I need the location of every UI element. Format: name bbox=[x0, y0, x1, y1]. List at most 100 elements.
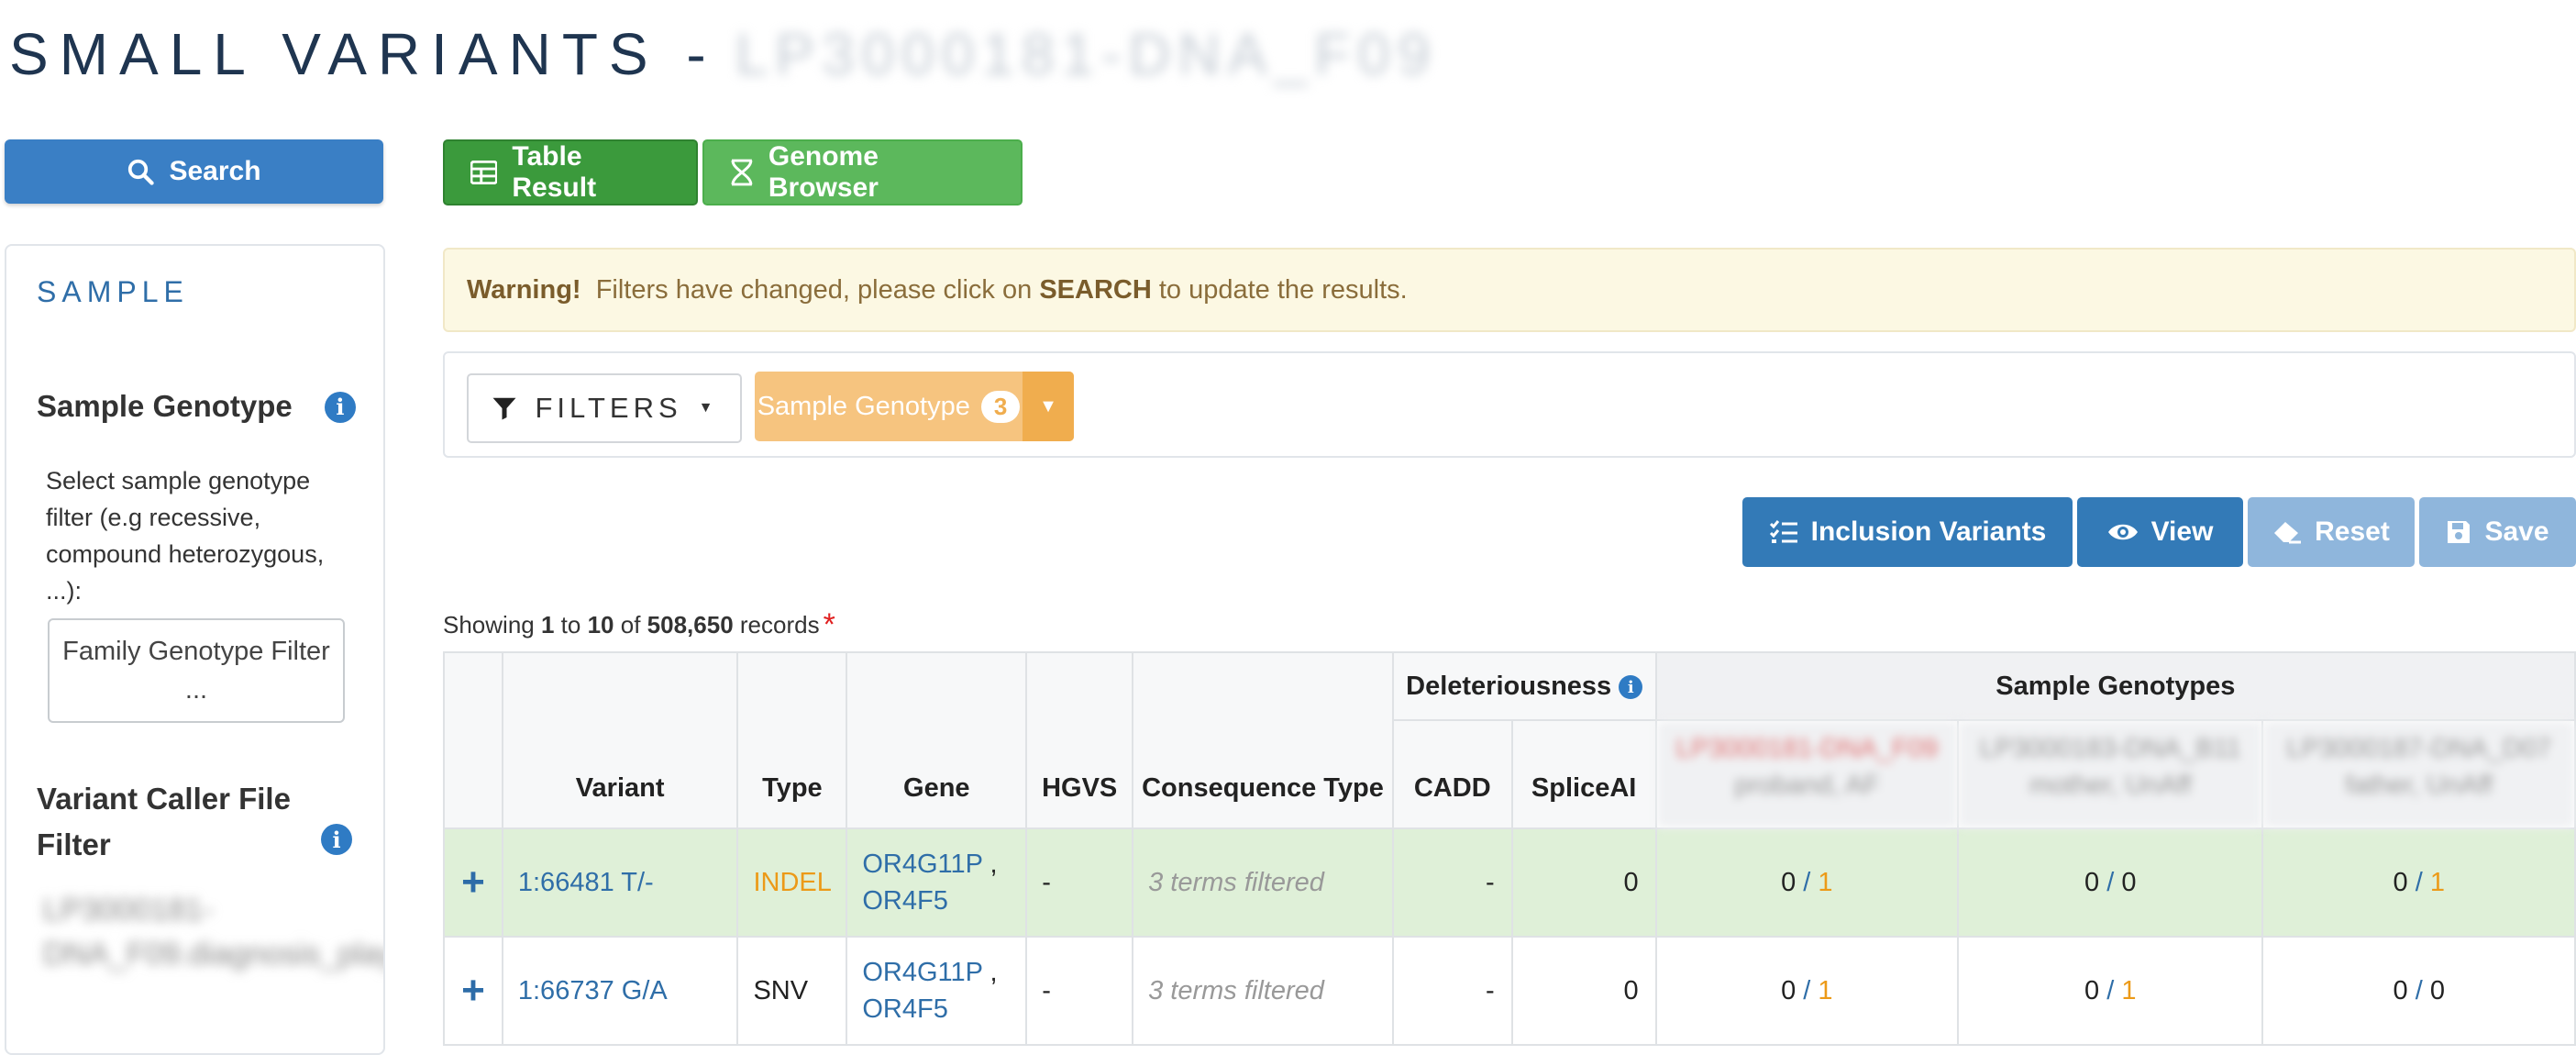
floppy-disk-icon bbox=[2448, 521, 2471, 543]
hgvs-cell: - bbox=[1025, 827, 1134, 938]
warning-alert: Warning! Filters have changed, please cl… bbox=[443, 248, 2576, 332]
genotype-separator: / bbox=[1803, 975, 1811, 1005]
view-button[interactable]: View bbox=[2077, 497, 2243, 567]
list-check-icon bbox=[1769, 520, 1797, 543]
search-label: Search bbox=[169, 156, 261, 186]
filters-dropdown[interactable]: FILTERS ▼ bbox=[467, 373, 742, 443]
spliceai-cell: 0 bbox=[1510, 936, 1657, 1046]
sample-3-role: father, UnAff bbox=[2345, 771, 2493, 800]
chevron-down-icon[interactable]: ▼ bbox=[1023, 372, 1074, 441]
column-header-spliceai[interactable]: SpliceAI bbox=[1510, 719, 1657, 829]
info-icon[interactable]: i bbox=[1619, 675, 1643, 699]
tab-table-result-label: Table Result bbox=[512, 141, 597, 203]
genotype-allele: 0 bbox=[1781, 975, 1797, 1005]
showing-from: 1 bbox=[540, 611, 555, 639]
table-row[interactable]: + 1:66737 G/A SNV OR4G11P , OR4F5 - 3 te… bbox=[443, 936, 2576, 1046]
variants-table: Variant Type Gene HGVS Consequence Type … bbox=[443, 651, 2576, 1046]
column-header-gene[interactable]: Gene bbox=[846, 651, 1028, 829]
consequence-cell: 3 terms filtered bbox=[1132, 827, 1394, 938]
sample-genotype-heading-text: Sample Genotype bbox=[37, 389, 293, 423]
column-header-sample-1[interactable]: LP3000181-DNA_F09 proband, AF bbox=[1654, 719, 1960, 829]
sample-genotype-chip-main[interactable]: Sample Genotype 3 bbox=[755, 372, 1023, 441]
genotype-allele: 0 bbox=[2084, 867, 2100, 897]
vcf-file-name[interactable]: LP3000181-DNA_F09.diagnosis_played.vcf.g… bbox=[43, 888, 383, 976]
sample-filter-panel: SAMPLE Sample Genotype i Select sample g… bbox=[5, 244, 385, 1055]
variant-link[interactable]: 1:66481 T/- bbox=[501, 827, 739, 938]
hgvs-cell: - bbox=[1025, 936, 1134, 1046]
genotype-separator: / bbox=[2106, 867, 2115, 897]
view-label: View bbox=[2150, 516, 2214, 547]
section-title: SAMPLE bbox=[37, 275, 189, 308]
inclusion-variants-button[interactable]: Inclusion Variants bbox=[1742, 497, 2073, 567]
genotype-cell: 0 / 0 bbox=[2261, 936, 2576, 1046]
save-button[interactable]: Save bbox=[2419, 497, 2576, 567]
eye-icon bbox=[2107, 524, 2138, 540]
genotype-cell: 0 / 1 bbox=[1957, 936, 2264, 1046]
genotype-allele: 0 bbox=[2393, 975, 2408, 1005]
column-header-consequence[interactable]: Consequence Type bbox=[1132, 651, 1394, 829]
column-group-sample-genotypes: Sample Genotypes bbox=[1654, 651, 2576, 721]
genotype-allele: 0 bbox=[2121, 867, 2137, 897]
chip-count-badge: 3 bbox=[980, 390, 1021, 423]
column-header-type[interactable]: Type bbox=[736, 651, 848, 829]
search-button[interactable]: Search bbox=[5, 139, 383, 204]
tab-table-result[interactable]: Table Result bbox=[443, 139, 698, 205]
reset-button[interactable]: Reset bbox=[2248, 497, 2415, 567]
genotype-allele: 1 bbox=[1818, 867, 1833, 897]
warning-text-after: to update the results. bbox=[1158, 274, 1408, 305]
showing-prefix: Showing bbox=[443, 611, 535, 639]
info-icon[interactable]: i bbox=[324, 391, 356, 423]
gene-link[interactable]: OR4G11P bbox=[862, 958, 982, 987]
chip-label: Sample Genotype bbox=[757, 391, 970, 421]
reset-label: Reset bbox=[2315, 516, 2390, 547]
genotype-allele: 0 bbox=[1781, 867, 1797, 897]
search-icon bbox=[128, 159, 155, 185]
showing-to: 10 bbox=[587, 611, 614, 639]
table-row[interactable]: + 1:66481 T/- INDEL OR4G11P , OR4F5 - 3 … bbox=[443, 827, 2576, 938]
tab-genome-browser-label: Genome Browser bbox=[768, 141, 879, 203]
column-header-sample-2[interactable]: LP3000183-DNA_B11 mother, UnAff bbox=[1957, 719, 2264, 829]
gene-link[interactable]: OR4F5 bbox=[862, 994, 947, 1024]
family-genotype-filter-button[interactable]: Family Genotype Filter ... bbox=[48, 618, 345, 723]
table-icon bbox=[470, 161, 498, 184]
column-header-cadd[interactable]: CADD bbox=[1391, 719, 1513, 829]
sample-1-id: LP3000181-DNA_F09 bbox=[1675, 734, 1938, 763]
page-title-text: SMALL VARIANTS - bbox=[9, 21, 717, 87]
genotype-allele: 0 bbox=[2429, 975, 2445, 1005]
dna-icon bbox=[731, 159, 753, 186]
warning-keyword: SEARCH bbox=[1039, 274, 1152, 305]
records-summary: Showing 1 to 10 of 508,650 records * bbox=[443, 607, 835, 643]
warning-prefix: Warning! bbox=[467, 274, 581, 305]
required-star: * bbox=[823, 607, 835, 642]
info-icon[interactable]: i bbox=[321, 824, 352, 855]
variant-link[interactable]: 1:66737 G/A bbox=[501, 936, 739, 1046]
chevron-down-icon: ▼ bbox=[698, 400, 718, 416]
page-title: SMALL VARIANTS - LP3000181-DNA_F09 bbox=[9, 13, 1437, 95]
sample-1-role: proband, AF bbox=[1734, 771, 1880, 800]
variant-type: INDEL bbox=[736, 827, 848, 938]
column-header-hgvs[interactable]: HGVS bbox=[1025, 651, 1134, 829]
deleteriousness-label: Deleteriousness bbox=[1406, 671, 1612, 701]
sample-3-id: LP3000187-DNA_D07 bbox=[2286, 734, 2552, 763]
tab-genome-browser[interactable]: Genome Browser bbox=[702, 139, 1023, 205]
genotype-allele: 1 bbox=[2121, 975, 2137, 1005]
column-header-sample-3[interactable]: LP3000187-DNA_D07 father, UnAff bbox=[2261, 719, 2576, 829]
gene-link[interactable]: OR4F5 bbox=[862, 886, 947, 916]
genotype-separator: / bbox=[2106, 975, 2115, 1005]
cadd-cell: - bbox=[1391, 936, 1513, 1046]
gene-cell: OR4G11P , OR4F5 bbox=[846, 827, 1028, 938]
column-header-variant[interactable]: Variant bbox=[501, 651, 739, 829]
expand-row-button[interactable]: + bbox=[443, 936, 503, 1046]
filters-label: FILTERS bbox=[535, 392, 682, 424]
genotype-allele: 1 bbox=[2429, 867, 2445, 897]
genotype-allele: 1 bbox=[1818, 975, 1833, 1005]
sample-id: LP3000181-DNA_F09 bbox=[735, 21, 1438, 87]
sample-genotype-heading: Sample Genotype i bbox=[37, 389, 356, 424]
sample-genotype-chip[interactable]: Sample Genotype 3 ▼ bbox=[755, 372, 1074, 441]
genotype-allele: 0 bbox=[2084, 975, 2100, 1005]
gene-separator: , bbox=[989, 958, 998, 987]
gene-link[interactable]: OR4G11P bbox=[862, 850, 982, 879]
expand-row-button[interactable]: + bbox=[443, 827, 503, 938]
column-group-deleteriousness: Deleteriousness i bbox=[1391, 651, 1657, 721]
genotype-cell: 0 / 1 bbox=[1654, 827, 1960, 938]
